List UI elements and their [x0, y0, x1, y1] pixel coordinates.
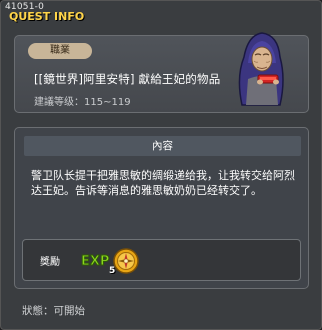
exp-label: EXP [81, 254, 109, 269]
quest-description: 警卫队长提干把雅思敏的绸缎递给我，让我转交给阿烈达王妃。告诉等消息的雅思敏奶奶已… [31, 169, 295, 197]
level-requirement: 建議等级：115~119 [34, 97, 131, 108]
quest-content-panel: 內容 警卫队长提干把雅思敏的绸缎递给我，让我转交给阿烈达王妃。告诉等消息的雅思敏… [14, 127, 309, 289]
reward-quantity: 5 [109, 266, 116, 276]
job-badge: 職業 [28, 43, 92, 59]
gold-compass-coin-icon[interactable] [112, 247, 140, 275]
quest-name: [[鏡世界]阿里安特] 獻給王妃的物品 [34, 72, 221, 86]
npc-portrait-icon [238, 32, 284, 106]
reward-box: 獎勵 EXP 5 [22, 239, 301, 281]
window-title: QUEST INFO [9, 10, 85, 23]
reward-label: 獎勵 [40, 257, 60, 268]
content-section-title: 內容 [24, 136, 301, 156]
quest-status: 狀態：可開始 [22, 305, 85, 317]
quest-info-window: 41051-0 QUEST INFO 職業 [[鏡世界]阿里安特] 獻給王妃的物… [0, 0, 322, 330]
